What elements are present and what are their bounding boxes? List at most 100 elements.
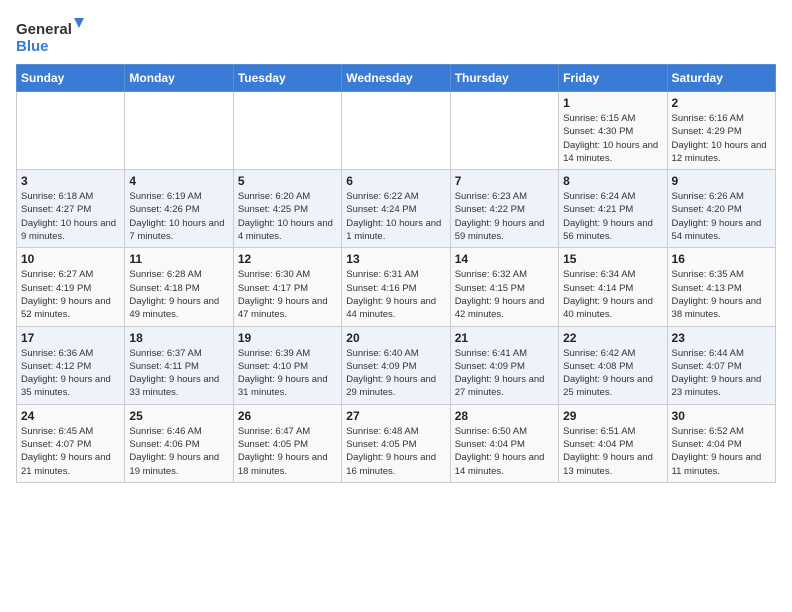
day-info: Sunrise: 6:41 AMSunset: 4:09 PMDaylight:…: [455, 347, 554, 400]
day-cell: 17 Sunrise: 6:36 AMSunset: 4:12 PMDayligh…: [17, 326, 125, 404]
day-cell: 3Sunrise: 6:18 AMSunset: 4:27 PMDaylight…: [17, 170, 125, 248]
day-number: 18: [129, 331, 228, 345]
day-cell: 6 Sunrise: 6:22 AMSunset: 4:24 PMDaylight…: [342, 170, 450, 248]
svg-text:Blue: Blue: [16, 38, 49, 55]
day-number: 13: [346, 252, 445, 266]
week-row-3: 10 Sunrise: 6:27 AMSunset: 4:19 PMDayligh…: [17, 248, 776, 326]
day-info: Sunrise: 6:23 AMSunset: 4:22 PMDaylight:…: [455, 190, 554, 243]
day-info: Sunrise: 6:27 AMSunset: 4:19 PMDaylight:…: [21, 268, 120, 321]
day-info: Sunrise: 6:19 AMSunset: 4:26 PMDaylight:…: [129, 190, 228, 243]
day-info: Sunrise: 6:39 AMSunset: 4:10 PMDaylight:…: [238, 347, 337, 400]
day-info: Sunrise: 6:51 AMSunset: 4:04 PMDaylight:…: [563, 425, 662, 478]
day-info: Sunrise: 6:45 AMSunset: 4:07 PMDaylight:…: [21, 425, 120, 478]
day-cell: 11 Sunrise: 6:28 AMSunset: 4:18 PMDayligh…: [125, 248, 233, 326]
day-cell: 12 Sunrise: 6:30 AMSunset: 4:17 PMDayligh…: [233, 248, 341, 326]
page-header: GeneralBlue: [16, 16, 776, 56]
day-info: Sunrise: 6:18 AMSunset: 4:27 PMDaylight:…: [21, 190, 120, 243]
day-cell: 14 Sunrise: 6:32 AMSunset: 4:15 PMDayligh…: [450, 248, 558, 326]
header-thursday: Thursday: [450, 65, 558, 92]
day-cell: 2 Sunrise: 6:16 AMSunset: 4:29 PMDaylight…: [667, 92, 775, 170]
day-cell: 24 Sunrise: 6:45 AMSunset: 4:07 PMDayligh…: [17, 404, 125, 482]
day-cell: 21 Sunrise: 6:41 AMSunset: 4:09 PMDayligh…: [450, 326, 558, 404]
day-cell: 30Sunrise: 6:52 AMSunset: 4:04 PMDayligh…: [667, 404, 775, 482]
calendar-header: SundayMondayTuesdayWednesdayThursdayFrid…: [17, 65, 776, 92]
day-cell: 18Sunrise: 6:37 AMSunset: 4:11 PMDayligh…: [125, 326, 233, 404]
header-monday: Monday: [125, 65, 233, 92]
day-cell: 13Sunrise: 6:31 AMSunset: 4:16 PMDayligh…: [342, 248, 450, 326]
header-saturday: Saturday: [667, 65, 775, 92]
day-info: Sunrise: 6:40 AMSunset: 4:09 PMDaylight:…: [346, 347, 445, 400]
day-cell: 28Sunrise: 6:50 AMSunset: 4:04 PMDayligh…: [450, 404, 558, 482]
day-number: 17: [21, 331, 120, 345]
day-number: 12: [238, 252, 337, 266]
day-cell: 22 Sunrise: 6:42 AMSunset: 4:08 PMDayligh…: [559, 326, 667, 404]
header-sunday: Sunday: [17, 65, 125, 92]
day-number: 8: [563, 174, 662, 188]
day-number: 24: [21, 409, 120, 423]
day-cell: 20 Sunrise: 6:40 AMSunset: 4:09 PMDayligh…: [342, 326, 450, 404]
day-info: Sunrise: 6:36 AMSunset: 4:12 PMDaylight:…: [21, 347, 120, 400]
calendar-body: 1 Sunrise: 6:15 AMSunset: 4:30 PMDaylight…: [17, 92, 776, 483]
day-cell: 25 Sunrise: 6:46 AMSunset: 4:06 PMDayligh…: [125, 404, 233, 482]
day-info: Sunrise: 6:35 AMSunset: 4:13 PMDaylight:…: [672, 268, 771, 321]
day-cell: 9Sunrise: 6:26 AMSunset: 4:20 PMDaylight…: [667, 170, 775, 248]
day-info: Sunrise: 6:22 AMSunset: 4:24 PMDaylight:…: [346, 190, 445, 243]
day-cell: 15Sunrise: 6:34 AMSunset: 4:14 PMDayligh…: [559, 248, 667, 326]
day-info: Sunrise: 6:32 AMSunset: 4:15 PMDaylight:…: [455, 268, 554, 321]
day-number: 23: [672, 331, 771, 345]
day-info: Sunrise: 6:34 AMSunset: 4:14 PMDaylight:…: [563, 268, 662, 321]
week-row-4: 17 Sunrise: 6:36 AMSunset: 4:12 PMDayligh…: [17, 326, 776, 404]
day-number: 25: [129, 409, 228, 423]
logo-svg: GeneralBlue: [16, 16, 96, 56]
day-info: Sunrise: 6:30 AMSunset: 4:17 PMDaylight:…: [238, 268, 337, 321]
header-row: SundayMondayTuesdayWednesdayThursdayFrid…: [17, 65, 776, 92]
day-cell: [342, 92, 450, 170]
day-cell: 23 Sunrise: 6:44 AMSunset: 4:07 PMDayligh…: [667, 326, 775, 404]
day-cell: [233, 92, 341, 170]
day-number: 4: [129, 174, 228, 188]
day-number: 30: [672, 409, 771, 423]
day-cell: 8Sunrise: 6:24 AMSunset: 4:21 PMDaylight…: [559, 170, 667, 248]
day-cell: 1 Sunrise: 6:15 AMSunset: 4:30 PMDaylight…: [559, 92, 667, 170]
day-cell: 16 Sunrise: 6:35 AMSunset: 4:13 PMDayligh…: [667, 248, 775, 326]
day-number: 19: [238, 331, 337, 345]
day-info: Sunrise: 6:28 AMSunset: 4:18 PMDaylight:…: [129, 268, 228, 321]
day-number: 6: [346, 174, 445, 188]
day-number: 21: [455, 331, 554, 345]
svg-text:General: General: [16, 21, 72, 38]
day-number: 27: [346, 409, 445, 423]
day-cell: 4 Sunrise: 6:19 AMSunset: 4:26 PMDaylight…: [125, 170, 233, 248]
day-info: Sunrise: 6:47 AMSunset: 4:05 PMDaylight:…: [238, 425, 337, 478]
day-number: 29: [563, 409, 662, 423]
day-number: 5: [238, 174, 337, 188]
day-cell: [17, 92, 125, 170]
day-number: 7: [455, 174, 554, 188]
day-info: Sunrise: 6:20 AMSunset: 4:25 PMDaylight:…: [238, 190, 337, 243]
week-row-1: 1 Sunrise: 6:15 AMSunset: 4:30 PMDaylight…: [17, 92, 776, 170]
day-number: 1: [563, 96, 662, 110]
day-info: Sunrise: 6:42 AMSunset: 4:08 PMDaylight:…: [563, 347, 662, 400]
day-cell: 10 Sunrise: 6:27 AMSunset: 4:19 PMDayligh…: [17, 248, 125, 326]
day-cell: [450, 92, 558, 170]
calendar: SundayMondayTuesdayWednesdayThursdayFrid…: [16, 64, 776, 483]
day-number: 10: [21, 252, 120, 266]
day-number: 2: [672, 96, 771, 110]
day-info: Sunrise: 6:16 AMSunset: 4:29 PMDaylight:…: [672, 112, 771, 165]
header-wednesday: Wednesday: [342, 65, 450, 92]
day-number: 20: [346, 331, 445, 345]
day-cell: 27Sunrise: 6:48 AMSunset: 4:05 PMDayligh…: [342, 404, 450, 482]
day-cell: 19 Sunrise: 6:39 AMSunset: 4:10 PMDayligh…: [233, 326, 341, 404]
day-number: 22: [563, 331, 662, 345]
day-cell: [125, 92, 233, 170]
day-number: 16: [672, 252, 771, 266]
day-number: 26: [238, 409, 337, 423]
day-info: Sunrise: 6:50 AMSunset: 4:04 PMDaylight:…: [455, 425, 554, 478]
header-friday: Friday: [559, 65, 667, 92]
day-info: Sunrise: 6:44 AMSunset: 4:07 PMDaylight:…: [672, 347, 771, 400]
day-number: 14: [455, 252, 554, 266]
day-info: Sunrise: 6:15 AMSunset: 4:30 PMDaylight:…: [563, 112, 662, 165]
day-cell: 7 Sunrise: 6:23 AMSunset: 4:22 PMDaylight…: [450, 170, 558, 248]
logo: GeneralBlue: [16, 16, 96, 56]
day-info: Sunrise: 6:46 AMSunset: 4:06 PMDaylight:…: [129, 425, 228, 478]
day-number: 11: [129, 252, 228, 266]
